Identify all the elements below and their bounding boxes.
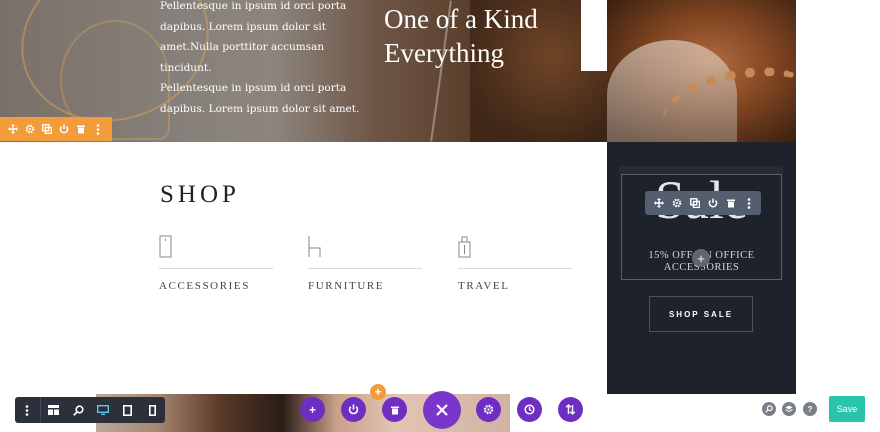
power-icon[interactable] — [341, 397, 366, 422]
section-toolbar — [0, 117, 112, 141]
menu-icon[interactable] — [15, 397, 40, 423]
add-module-icon[interactable]: + — [692, 249, 710, 267]
hero-title: One of a Kind Everything — [384, 2, 594, 70]
page: Pellentesque in ipsum id orci porta dapi… — [0, 0, 880, 432]
category-label: FURNITURE — [308, 280, 385, 292]
shop-heading: SHOP — [160, 181, 240, 208]
builder-view-toolbar — [15, 397, 165, 423]
zoom-icon[interactable] — [66, 397, 91, 423]
settings-icon[interactable] — [668, 191, 686, 215]
layers-icon[interactable] — [782, 402, 796, 416]
layout-icon[interactable] — [41, 397, 66, 423]
save-button[interactable]: Save — [829, 396, 865, 422]
category-divider — [458, 268, 572, 269]
settings-icon[interactable] — [476, 397, 501, 422]
power-icon[interactable] — [55, 117, 72, 141]
hero-right-image — [607, 0, 796, 142]
category-furniture[interactable]: FURNITURE — [308, 235, 422, 292]
hero-text-line: dapibus. Lorem ipsum dolor sit — [160, 20, 327, 33]
tablet-icon[interactable] — [115, 397, 140, 423]
category-label: ACCESSORIES — [159, 280, 250, 292]
move-icon[interactable] — [650, 191, 668, 215]
close-icon[interactable] — [423, 391, 461, 429]
duplicate-icon[interactable] — [38, 117, 55, 141]
category-divider — [159, 268, 273, 269]
more-icon[interactable] — [740, 191, 758, 215]
hero-title-line2: Everything — [384, 38, 504, 68]
search-icon[interactable] — [762, 402, 776, 416]
hero-text-line: Pellentesque in ipsum id orci porta — [160, 0, 347, 12]
phone-icon — [159, 235, 273, 259]
hero-text-line: Pellentesque in ipsum id orci porta — [160, 82, 347, 94]
category-label: TRAVEL — [458, 280, 510, 292]
category-travel[interactable]: TRAVEL — [458, 235, 572, 292]
add-section-icon[interactable]: + — [370, 384, 386, 400]
portability-icon[interactable] — [558, 397, 583, 422]
duplicate-icon[interactable] — [686, 191, 704, 215]
hero-title-line1: One of a Kind — [384, 4, 538, 34]
trash-icon[interactable] — [382, 397, 407, 422]
more-icon[interactable] — [89, 117, 106, 141]
hero-text-line: dapibus. Lorem ipsum dolor sit amet. — [160, 102, 360, 115]
phone-icon[interactable] — [140, 397, 165, 423]
hero-body-text: Pellentesque in ipsum id orci porta dapi… — [160, 0, 370, 119]
help-icon[interactable]: ? — [803, 402, 817, 416]
settings-icon[interactable] — [21, 117, 38, 141]
module-toolbar — [645, 191, 761, 215]
power-icon[interactable] — [704, 191, 722, 215]
move-icon[interactable] — [4, 117, 21, 141]
hero-text-line: amet.Nulla porttitor accumsan tincidunt. — [160, 41, 325, 74]
shop-sale-button[interactable]: SHOP SALE — [649, 296, 753, 332]
sale-panel: Sale 15% OFF ON OFFICE ACCESSORIES — [607, 142, 796, 394]
add-icon[interactable]: + — [300, 397, 325, 422]
category-accessories[interactable]: ACCESSORIES — [159, 235, 273, 292]
category-divider — [308, 268, 422, 269]
trash-icon[interactable] — [72, 117, 89, 141]
chair-icon — [308, 235, 422, 259]
history-icon[interactable] — [517, 397, 542, 422]
luggage-icon — [458, 235, 572, 259]
trash-icon[interactable] — [722, 191, 740, 215]
desktop-icon[interactable] — [90, 397, 115, 423]
